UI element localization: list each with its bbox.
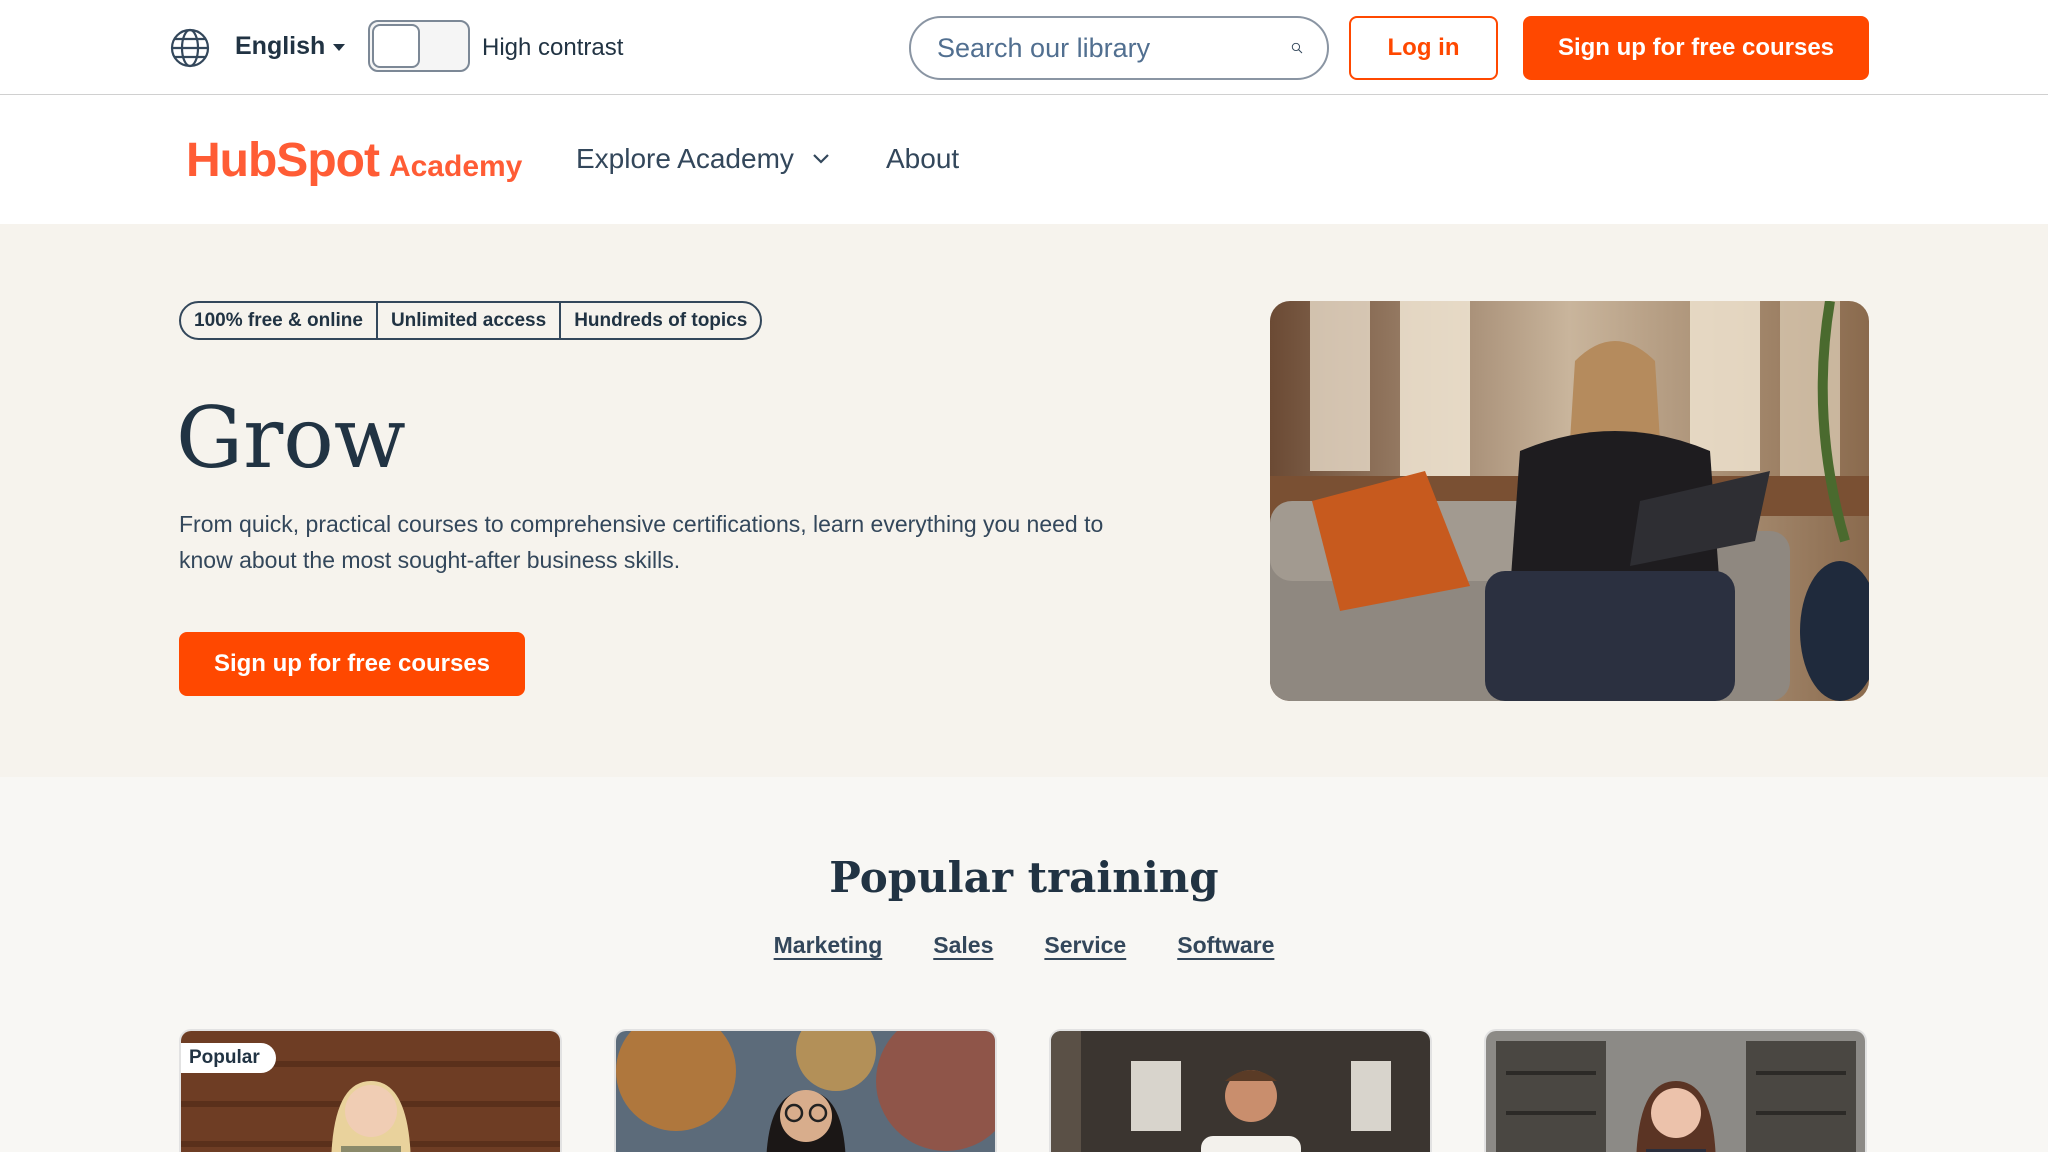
language-label: English bbox=[235, 32, 326, 60]
hero-photo-illustration bbox=[1270, 301, 1869, 701]
language-selector[interactable]: English bbox=[235, 32, 346, 61]
toggle-knob bbox=[372, 24, 420, 68]
nav-about[interactable]: About bbox=[886, 143, 959, 175]
pill-free-online: 100% free & online bbox=[194, 310, 363, 331]
course-thumbnail bbox=[616, 1031, 995, 1152]
nav-explore-academy[interactable]: Explore Academy bbox=[576, 143, 830, 175]
signup-button-header[interactable]: Sign up for free courses bbox=[1523, 16, 1869, 80]
search-input[interactable] bbox=[937, 32, 1291, 64]
hero-title: Grow bbox=[176, 389, 406, 487]
hero-section: 100% free & online Unlimited access Hund… bbox=[0, 224, 2048, 777]
main-nav: HubSpot Academy Explore Academy About bbox=[0, 95, 2048, 224]
course-thumbnail bbox=[1051, 1031, 1430, 1152]
globe-icon[interactable] bbox=[169, 27, 211, 69]
signup-button-hero[interactable]: Sign up for free courses bbox=[179, 632, 525, 696]
search-icon[interactable] bbox=[1291, 34, 1303, 62]
chevron-down-icon bbox=[813, 154, 829, 164]
popular-training-section: Popular training Marketing Sales Service… bbox=[0, 777, 2048, 1152]
training-tabs: Marketing Sales Service Software bbox=[0, 932, 2048, 959]
high-contrast-label: High contrast bbox=[482, 34, 624, 61]
course-card[interactable] bbox=[1484, 1029, 1867, 1152]
hubspot-academy-logo[interactable]: HubSpot Academy bbox=[186, 133, 522, 188]
course-card[interactable]: Popular bbox=[179, 1029, 562, 1152]
tab-marketing[interactable]: Marketing bbox=[774, 932, 883, 959]
popular-training-title: Popular training bbox=[829, 853, 1219, 902]
login-button[interactable]: Log in bbox=[1349, 16, 1498, 80]
hero-description: From quick, practical courses to compreh… bbox=[179, 511, 1104, 573]
pill-unlimited-access: Unlimited access bbox=[375, 303, 559, 338]
course-cards: Popular bbox=[179, 1029, 1869, 1152]
tab-software[interactable]: Software bbox=[1177, 932, 1274, 959]
tab-service[interactable]: Service bbox=[1044, 932, 1126, 959]
logo-wordmark: HubSpot bbox=[186, 134, 380, 187]
pill-hundreds-topics: Hundreds of topics bbox=[559, 303, 760, 338]
course-card[interactable] bbox=[1049, 1029, 1432, 1152]
caret-down-icon bbox=[333, 44, 346, 51]
search-box bbox=[909, 16, 1329, 80]
course-card[interactable] bbox=[614, 1029, 997, 1152]
utility-bar: English High contrast Log in Sign up for… bbox=[0, 0, 2048, 95]
hero-image bbox=[1270, 301, 1869, 701]
tab-sales[interactable]: Sales bbox=[933, 932, 993, 959]
high-contrast-toggle[interactable] bbox=[368, 20, 470, 72]
logo-academy: Academy bbox=[388, 150, 523, 183]
nav-explore-label: Explore Academy bbox=[576, 143, 794, 174]
feature-pills: 100% free & online Unlimited access Hund… bbox=[179, 301, 763, 340]
popular-badge: Popular bbox=[181, 1043, 276, 1073]
course-thumbnail bbox=[1486, 1031, 1865, 1152]
